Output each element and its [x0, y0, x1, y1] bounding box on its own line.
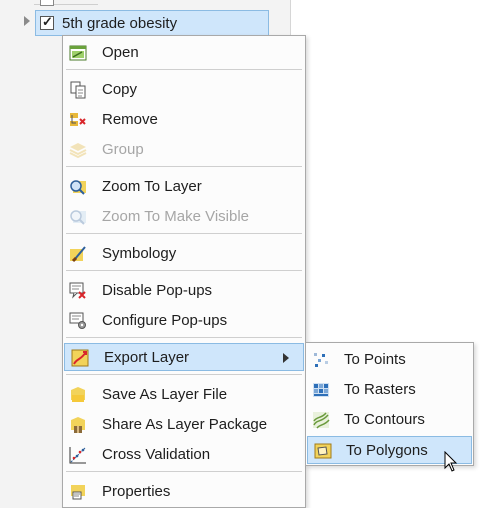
- menu-item-symbology[interactable]: Symbology: [63, 240, 305, 268]
- share-layer-package-icon: [71, 417, 85, 433]
- open-attribute-table-icon: [69, 45, 87, 61]
- layer-name: 5th grade obesity: [62, 15, 178, 32]
- menu-item-label: Export Layer: [104, 349, 190, 366]
- submenu-item-to-points[interactable]: To Points: [306, 346, 473, 374]
- menu-item-share-as-layer-package[interactable]: Share As Layer Package: [63, 411, 305, 439]
- menu-item-copy[interactable]: Copy: [63, 76, 305, 104]
- menu-item-configure-popups[interactable]: Configure Pop-ups: [63, 307, 305, 335]
- remove-icon: [70, 113, 86, 126]
- menu-separator: [66, 166, 302, 167]
- save-layer-file-icon: [71, 387, 85, 402]
- menu-separator: [66, 233, 302, 234]
- expand-arrow-icon[interactable]: [24, 16, 30, 26]
- submenu-item-label: To Polygons: [346, 442, 428, 459]
- submenu-arrow-icon: [283, 353, 289, 363]
- menu-item-label: Zoom To Layer: [102, 178, 202, 195]
- menu-item-disable-popups[interactable]: Disable Pop-ups: [63, 277, 305, 305]
- menu-item-label: Remove: [102, 111, 158, 128]
- menu-item-save-as-layer-file[interactable]: Save As Layer File: [63, 381, 305, 409]
- submenu-item-label: To Points: [344, 351, 406, 368]
- menu-separator: [66, 337, 302, 338]
- layer-visibility-checkbox[interactable]: ✓: [40, 14, 54, 30]
- group-icon: [69, 143, 87, 159]
- menu-item-export-layer[interactable]: Export Layer: [64, 343, 304, 371]
- menu-item-label: Disable Pop-ups: [102, 282, 213, 299]
- submenu-item-label: To Rasters: [344, 381, 416, 398]
- export-layer-icon: [71, 349, 89, 367]
- zoom-to-layer-icon: [70, 180, 86, 195]
- menu-item-zoom-to-layer[interactable]: Zoom To Layer: [63, 173, 305, 201]
- menu-item-label: Cross Validation: [102, 446, 211, 463]
- menu-separator: [66, 374, 302, 375]
- menu-item-label: Save As Layer File: [102, 386, 228, 403]
- menu-item-label: Group: [102, 141, 144, 158]
- layer-context-menu: Open Copy Remove Group Zoom To Layer Zoo…: [62, 35, 306, 508]
- configure-popups-icon: [69, 312, 86, 329]
- layer-row-selected[interactable]: ✓ 5th grade obesity: [35, 10, 269, 36]
- checkmark-icon: ✓: [42, 14, 53, 29]
- menu-item-cross-validation[interactable]: Cross Validation: [63, 441, 305, 469]
- menu-item-label: Configure Pop-ups: [102, 312, 228, 329]
- menu-separator: [66, 69, 302, 70]
- menu-item-group: Group: [63, 136, 305, 164]
- previous-layer-checkbox[interactable]: [40, 0, 54, 6]
- menu-item-properties[interactable]: Properties: [63, 478, 305, 506]
- menu-item-zoom-to-make-visible: Zoom To Make Visible: [63, 203, 305, 231]
- export-layer-submenu: To Points To Rasters To Contours To Poly…: [305, 342, 474, 466]
- copy-icon: [70, 81, 86, 99]
- menu-item-label: Symbology: [102, 245, 177, 262]
- submenu-item-to-contours[interactable]: To Contours: [306, 406, 473, 434]
- cross-validation-icon: [69, 447, 86, 464]
- submenu-item-to-rasters[interactable]: To Rasters: [306, 376, 473, 404]
- to-contours-icon: [313, 412, 330, 429]
- menu-item-open[interactable]: Open: [63, 39, 305, 67]
- symbology-icon: [70, 246, 86, 263]
- menu-item-label: Share As Layer Package: [102, 416, 268, 433]
- disable-popups-icon: [69, 282, 86, 299]
- menu-separator: [66, 270, 302, 271]
- mouse-cursor-icon: [444, 451, 458, 472]
- to-rasters-icon: [313, 383, 329, 397]
- properties-icon: [71, 485, 85, 500]
- menu-item-label: Open: [102, 44, 139, 61]
- to-polygons-icon: [314, 443, 332, 459]
- to-points-icon: [314, 353, 328, 367]
- menu-item-label: Zoom To Make Visible: [102, 208, 250, 225]
- menu-item-remove[interactable]: Remove: [63, 106, 305, 134]
- menu-item-label: Copy: [102, 81, 138, 98]
- menu-separator: [66, 471, 302, 472]
- submenu-item-label: To Contours: [344, 411, 425, 428]
- zoom-to-make-visible-icon: [70, 210, 86, 225]
- menu-item-label: Properties: [102, 483, 171, 500]
